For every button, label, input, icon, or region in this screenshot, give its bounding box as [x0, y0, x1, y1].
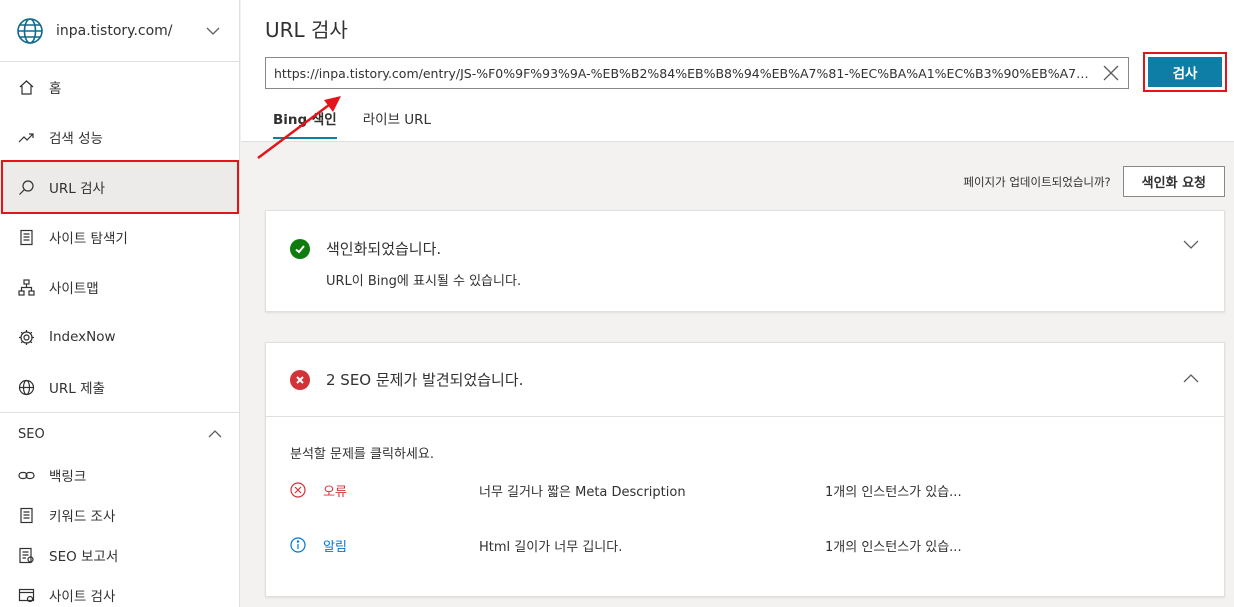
request-index-row: 페이지가 업데이트되었습니까? 색인화 요청 [963, 166, 1225, 197]
nav-item-site-explorer[interactable]: 사이트 탐색기 [0, 212, 239, 262]
nav-item-label: 검색 성능 [49, 131, 103, 147]
nav-item-search-performance[interactable]: 검색 성능 [0, 112, 239, 162]
trend-icon [18, 129, 35, 146]
issue-description: Html 길이가 너무 깁니다. [479, 539, 623, 555]
chevron-up-icon[interactable] [1182, 370, 1200, 388]
issue-row-notice[interactable]: 알림 Html 길이가 너무 깁니다. 1개의 인스턴스가 있습... [290, 531, 1200, 559]
index-status-title: 색인화되었습니다. [326, 240, 442, 258]
issue-row-error[interactable]: 오류 너무 길거나 짧은 Meta Description 1개의 인스턴스가 … [290, 476, 1200, 504]
globe-icon [18, 379, 35, 396]
seo-nav: 백링크 키워드 조사 SEO 보고서 사이트 검사 [0, 455, 239, 607]
nav-item-label: URL 검사 [49, 181, 105, 197]
nav-item-label: 키워드 조사 [49, 509, 116, 525]
home-icon [18, 79, 35, 96]
close-icon[interactable] [1102, 64, 1120, 82]
site-name: inpa.tistory.com/ [56, 22, 173, 39]
tab-bar: Bing 색인 라이브 URL [273, 108, 431, 139]
nav-item-keyword-research[interactable]: 키워드 조사 [0, 495, 239, 535]
nav-item-label: SEO 보고서 [49, 549, 119, 565]
index-status-subtitle: URL이 Bing에 표시될 수 있습니다. [326, 274, 522, 289]
nav-item-label: URL 제출 [49, 381, 105, 397]
search-icon [18, 179, 35, 196]
nav-item-label: 백링크 [49, 469, 87, 485]
nav-item-label: IndexNow [49, 329, 116, 345]
nav-item-site-scan[interactable]: 사이트 검사 [0, 575, 239, 607]
nav-item-seo-reports[interactable]: SEO 보고서 [0, 535, 239, 575]
nav-item-label: 사이트맵 [49, 281, 99, 297]
nav-item-url-inspection[interactable]: URL 검사 [0, 162, 239, 212]
check-circle-icon [290, 238, 310, 259]
url-input-box [265, 57, 1129, 89]
issue-count: 1개의 인스턴스가 있습... [825, 539, 962, 555]
tab-bing-index[interactable]: Bing 색인 [273, 108, 337, 139]
index-status-content: 색인화되었습니다. URL이 Bing에 표시될 수 있습니다. [266, 211, 1224, 289]
scan-icon [18, 587, 35, 604]
document-icon [18, 507, 35, 524]
error-outline-icon [290, 482, 306, 498]
tab-live-url[interactable]: 라이브 URL [363, 108, 431, 139]
index-status-card: 색인화되었습니다. URL이 Bing에 표시될 수 있습니다. [265, 210, 1225, 312]
seo-section-label: SEO [18, 426, 45, 442]
seo-section-header[interactable]: SEO [0, 413, 239, 455]
url-input[interactable] [274, 65, 1096, 81]
seo-issues-card: 2 SEO 문제가 발견되었습니다. 분석할 문제를 클릭하세요. 오류 너무 … [265, 342, 1225, 597]
nav-item-indexnow[interactable]: IndexNow [0, 312, 239, 362]
nav-item-label: 홈 [49, 81, 62, 97]
main-nav: 홈 검색 성능 URL 검사 사이트 탐색기 사이트맵 IndexNow URL… [0, 62, 239, 412]
globe-icon [17, 17, 43, 44]
sitemap-icon [18, 278, 35, 296]
index-status-title-row: 색인화되었습니다. [290, 238, 1224, 259]
page-title: URL 검사 [265, 18, 348, 42]
chevron-down-icon[interactable] [1182, 235, 1200, 253]
nav-item-home[interactable]: 홈 [0, 62, 239, 112]
chevron-up-icon [208, 430, 222, 438]
main-content: URL 검사 검사 Bing 색인 라이브 URL 페이지가 업데이트되었습니까… [241, 0, 1234, 607]
request-indexing-button[interactable]: 색인화 요청 [1122, 166, 1225, 197]
seo-issues-header[interactable]: 2 SEO 문제가 발견되었습니다. [266, 343, 1224, 417]
link-icon [18, 467, 35, 484]
issue-type: 알림 [323, 539, 347, 555]
chevron-down-icon [206, 27, 220, 35]
info-icon [290, 537, 306, 553]
inspect-button[interactable]: 검사 [1148, 57, 1222, 87]
issue-description: 너무 길거나 짧은 Meta Description [479, 484, 686, 500]
update-question: 페이지가 업데이트되었습니까? [963, 174, 1111, 189]
gear-icon [18, 329, 35, 346]
seo-issues-title: 2 SEO 문제가 발견되었습니다. [326, 371, 524, 389]
nav-item-label: 사이트 검사 [49, 589, 116, 605]
document-icon [18, 229, 35, 246]
error-circle-icon [290, 369, 310, 390]
nav-item-label: 사이트 탐색기 [49, 231, 128, 247]
issue-count: 1개의 인스턴스가 있습... [825, 484, 962, 500]
seo-issues-instruction: 분석할 문제를 클릭하세요. [290, 447, 434, 462]
nav-item-url-submission[interactable]: URL 제출 [0, 362, 239, 412]
issue-type: 오류 [323, 484, 347, 500]
report-icon [18, 547, 35, 564]
inspection-header: URL 검사 검사 Bing 색인 라이브 URL [241, 0, 1234, 142]
nav-item-backlinks[interactable]: 백링크 [0, 455, 239, 495]
search-button-highlight: 검사 [1143, 52, 1227, 92]
nav-item-sitemaps[interactable]: 사이트맵 [0, 262, 239, 312]
sidebar: inpa.tistory.com/ 홈 검색 성능 URL 검사 사이트 탐색기… [0, 0, 240, 607]
site-selector[interactable]: inpa.tistory.com/ [0, 0, 239, 62]
seo-issues-body: 분석할 문제를 클릭하세요. 오류 너무 길거나 짧은 Meta Descrip… [266, 417, 1224, 559]
